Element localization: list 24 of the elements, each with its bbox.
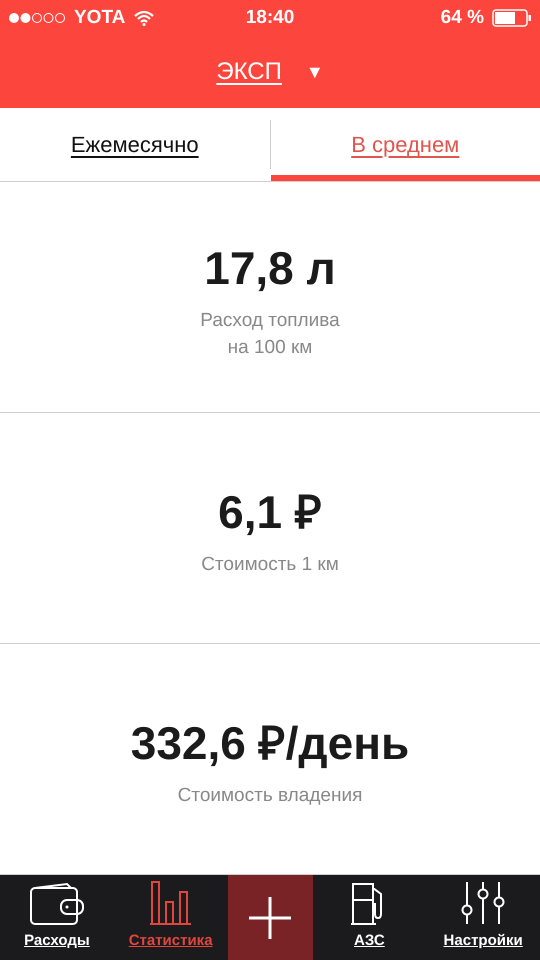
battery-icon bbox=[492, 9, 532, 27]
nav-tab[interactable]: Расходы bbox=[0, 875, 114, 960]
nav-tab[interactable]: Настройки bbox=[426, 875, 540, 960]
signal-icon bbox=[8, 12, 66, 24]
nav-tab[interactable]: Статистика bbox=[114, 875, 228, 960]
wallet-icon bbox=[28, 882, 85, 926]
stat-value: 332,6 ₽/день bbox=[130, 716, 410, 771]
add-button[interactable] bbox=[228, 875, 312, 960]
battery-percent: 64 % bbox=[440, 6, 484, 30]
sliders-icon bbox=[460, 880, 506, 926]
nav-tab[interactable]: АЗС bbox=[312, 875, 426, 960]
plus-icon bbox=[249, 896, 291, 938]
carrier-name: YOTA bbox=[74, 6, 126, 30]
stat-caption: Стоимость 1 км bbox=[201, 553, 339, 577]
stat-caption: Стоимость владения bbox=[178, 784, 362, 808]
wifi-icon bbox=[133, 10, 156, 26]
bar-chart-icon bbox=[148, 880, 193, 926]
stat-value: 17,8 л bbox=[204, 240, 336, 296]
tab[interactable]: В среднем bbox=[270, 108, 540, 181]
clock: 18:40 bbox=[246, 6, 294, 30]
stat-value: 6,1 ₽ bbox=[218, 485, 322, 540]
dropdown-caret: ▼ bbox=[306, 60, 324, 84]
stat-caption: Расход топлива на 100 км bbox=[200, 308, 340, 360]
tab[interactable]: Ежемесячно bbox=[0, 120, 270, 169]
